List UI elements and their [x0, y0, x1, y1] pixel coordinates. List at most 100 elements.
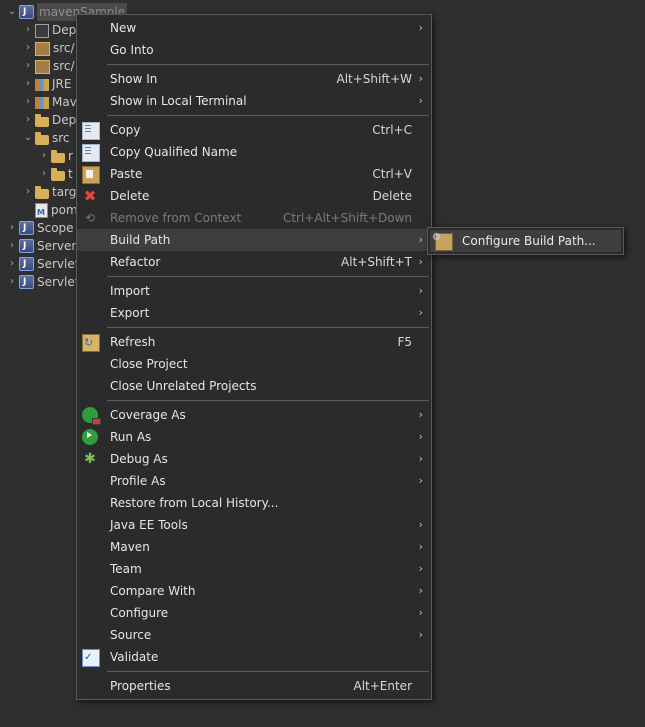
- menu-item-profile-as[interactable]: Profile As ›: [77, 470, 431, 492]
- submenu-arrow-icon: ›: [418, 21, 423, 34]
- tree-item[interactable]: › Dep: [22, 111, 76, 129]
- chevron-right-icon[interactable]: ›: [6, 255, 18, 273]
- menu-item-team[interactable]: Team ›: [77, 558, 431, 580]
- delete-icon: ✖: [83, 187, 97, 205]
- chevron-right-icon[interactable]: ›: [22, 39, 34, 57]
- source-folder-icon: [35, 42, 50, 56]
- submenu-arrow-icon: ›: [418, 628, 423, 641]
- submenu-arrow-icon: ›: [418, 540, 423, 553]
- tree-item[interactable]: › Server: [6, 237, 76, 255]
- menu-item-label: Source: [110, 628, 152, 642]
- shortcut-label: Alt+Enter: [353, 679, 412, 693]
- library-icon: [35, 97, 49, 109]
- menu-item-close-unrelated-projects[interactable]: Close Unrelated Projects: [77, 375, 431, 397]
- tree-item[interactable]: › src/: [22, 57, 75, 75]
- menu-item-label: Paste: [110, 167, 143, 181]
- tree-item-label: JRE: [52, 77, 72, 91]
- shortcut-label: Alt+Shift+T: [341, 255, 412, 269]
- menu-item-debug-as[interactable]: ✱ Debug As ›: [77, 448, 431, 470]
- menu-item-import[interactable]: Import ›: [77, 280, 431, 302]
- tree-item-label: t: [68, 167, 73, 181]
- chevron-down-icon[interactable]: ⌄: [22, 129, 34, 147]
- menu-item-copy-qualified-name[interactable]: Copy Qualified Name: [77, 141, 431, 163]
- tree-item[interactable]: › Servlet: [6, 255, 79, 273]
- chevron-right-icon[interactable]: ›: [22, 21, 34, 39]
- menu-item-label: Import: [110, 284, 150, 298]
- menu-item-configure[interactable]: Configure ›: [77, 602, 431, 624]
- menu-item-run-as[interactable]: Run As ›: [77, 426, 431, 448]
- menu-item-label: Show in Local Terminal: [110, 94, 247, 108]
- submenu-arrow-icon: ›: [418, 94, 423, 107]
- menu-item-restore-from-local-history[interactable]: Restore from Local History...: [77, 492, 431, 514]
- menu-item-label: Java EE Tools: [110, 518, 188, 532]
- tree-item[interactable]: pom: [22, 201, 78, 222]
- menu-item-refresh[interactable]: Refresh F5: [77, 331, 431, 354]
- menu-item-export[interactable]: Export ›: [77, 302, 431, 324]
- menu-item-remove-from-context: ⟲ Remove from Context Ctrl+Alt+Shift+Down: [77, 207, 431, 229]
- menu-item-copy[interactable]: Copy Ctrl+C: [77, 119, 431, 141]
- menu-item-new[interactable]: New ›: [77, 17, 431, 39]
- tree-item-label: Scope: [37, 221, 74, 235]
- chevron-right-icon[interactable]: ›: [22, 111, 34, 129]
- chevron-right-icon[interactable]: ›: [6, 219, 18, 237]
- tree-item[interactable]: › JRE: [22, 75, 71, 93]
- menu-item-label: Delete: [110, 189, 150, 203]
- menu-item-close-project[interactable]: Close Project: [77, 353, 431, 375]
- tree-item-label: Mav: [52, 95, 77, 109]
- menu-item-source[interactable]: Source ›: [77, 624, 431, 646]
- menu-item-label: Team: [110, 562, 142, 576]
- menu-item-paste[interactable]: Paste Ctrl+V: [77, 163, 431, 185]
- tree-item[interactable]: › t: [38, 165, 73, 183]
- menu-item-label: Compare With: [110, 584, 196, 598]
- menu-item-label: Restore from Local History...: [110, 496, 279, 510]
- menu-separator: [107, 276, 429, 277]
- menu-item-delete[interactable]: ✖ Delete Delete: [77, 185, 431, 207]
- tree-item[interactable]: › Scope: [6, 219, 74, 237]
- library-icon: [35, 79, 49, 91]
- tree-item[interactable]: › Dep: [22, 21, 76, 39]
- menu-item-label: Go Into: [110, 43, 154, 57]
- folder-icon: [51, 149, 65, 163]
- tree-item[interactable]: › Servlet: [6, 273, 79, 291]
- submenu-arrow-icon: ›: [418, 408, 423, 421]
- menu-item-coverage-as[interactable]: Coverage As ›: [77, 404, 431, 426]
- menu-separator: [107, 115, 429, 116]
- submenu-arrow-icon: ›: [418, 255, 423, 268]
- tree-item[interactable]: ⌄ src: [22, 129, 70, 147]
- shortcut-label: Ctrl+Alt+Shift+Down: [282, 211, 412, 225]
- copy-qualified-name-icon: [82, 144, 100, 162]
- menu-item-build-path[interactable]: Build Path ›: [77, 229, 431, 251]
- chevron-right-icon[interactable]: ›: [38, 147, 50, 165]
- chevron-right-icon[interactable]: ›: [6, 237, 18, 255]
- chevron-right-icon[interactable]: ›: [22, 57, 34, 75]
- tree-item-label: src: [52, 131, 70, 145]
- tree-item[interactable]: › Mav: [22, 93, 77, 111]
- menu-item-label: Properties: [110, 679, 171, 693]
- menu-item-maven[interactable]: Maven ›: [77, 536, 431, 558]
- menu-item-show-in[interactable]: Show In Alt+Shift+W ›: [77, 68, 431, 90]
- menu-separator: [107, 64, 429, 65]
- chevron-right-icon[interactable]: ›: [38, 165, 50, 183]
- menu-item-configure-build-path[interactable]: Configure Build Path...: [430, 227, 621, 252]
- menu-item-refactor[interactable]: Refactor Alt+Shift+T ›: [77, 251, 431, 273]
- menu-item-compare-with[interactable]: Compare With ›: [77, 580, 431, 602]
- tree-item-label: targ: [52, 185, 77, 199]
- menu-item-java-ee-tools[interactable]: Java EE Tools ›: [77, 514, 431, 536]
- project-icon: [19, 237, 34, 255]
- menu-item-show-in-local-terminal[interactable]: Show in Local Terminal ›: [77, 90, 431, 112]
- menu-item-validate[interactable]: Validate: [77, 646, 431, 669]
- menu-item-properties[interactable]: Properties Alt+Enter: [77, 675, 431, 697]
- tree-item[interactable]: › r: [38, 147, 73, 165]
- chevron-right-icon[interactable]: ›: [6, 273, 18, 291]
- submenu-arrow-icon: ›: [418, 518, 423, 531]
- tree-item[interactable]: › targ: [22, 183, 76, 201]
- menu-separator: [107, 400, 429, 401]
- tree-item-label: Servlet: [37, 257, 80, 271]
- chevron-down-icon[interactable]: ⌄: [6, 3, 18, 21]
- menu-item-go-into[interactable]: Go Into: [77, 39, 431, 61]
- chevron-right-icon[interactable]: ›: [22, 183, 34, 201]
- chevron-right-icon[interactable]: ›: [22, 93, 34, 111]
- tree-item-label: Dep: [52, 113, 77, 127]
- chevron-right-icon[interactable]: ›: [22, 75, 34, 93]
- tree-item[interactable]: › src/: [22, 39, 75, 57]
